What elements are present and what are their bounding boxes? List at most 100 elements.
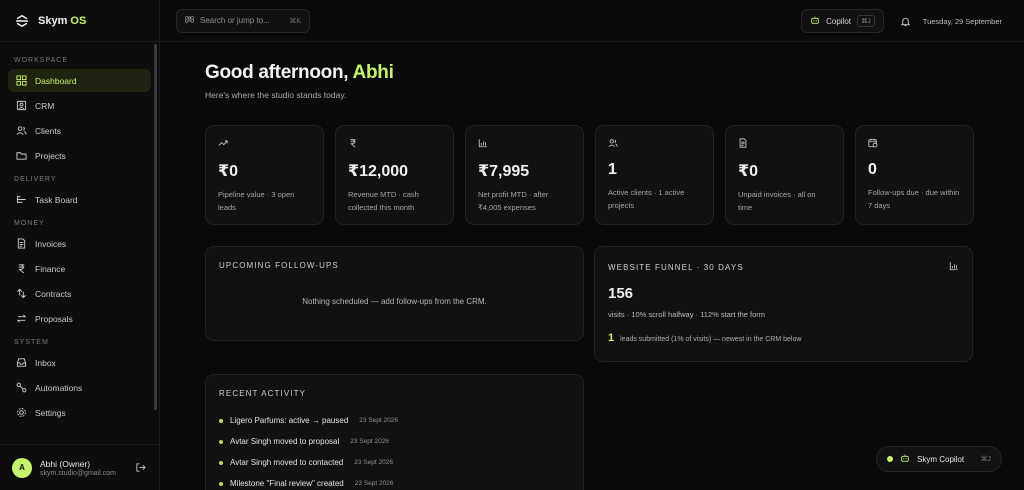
copilot-button[interactable]: Copilot ⌘J xyxy=(801,9,884,33)
sidebar-item-automations[interactable]: Automations xyxy=(8,376,151,399)
stat-card-pipeline[interactable]: ₹0 Pipeline value · 3 open leads xyxy=(205,125,324,225)
activity-text: Avtar Singh moved to contacted xyxy=(230,458,344,467)
sidebar-item-label: Task Board xyxy=(35,194,78,205)
sidebar-item-settings[interactable]: Settings xyxy=(8,401,151,424)
copilot-label: Copilot xyxy=(826,16,852,26)
stats-row: ₹0 Pipeline value · 3 open leads ₹12,000… xyxy=(205,125,974,225)
folder-icon xyxy=(16,150,27,161)
kanban-icon xyxy=(16,194,27,205)
main: Search or jump to... ⌘K Copilot ⌘J Tuesd… xyxy=(160,0,1024,490)
sidebar-item-label: Finance xyxy=(35,263,66,274)
sidebar-item-projects[interactable]: Projects xyxy=(8,144,151,167)
nav-section-delivery: DELIVERY xyxy=(14,176,57,183)
panel-title: UPCOMING FOLLOW-UPS xyxy=(219,261,339,270)
user-profile[interactable]: A Abhi (Owner) skym.studio@gmail.com xyxy=(0,444,159,490)
stat-label: Follow-ups due · due within 7 days xyxy=(868,188,960,210)
stat-label: Net profit MTD · after ₹4,005 expenses xyxy=(478,190,549,212)
copilot-shortcut: ⌘J xyxy=(857,15,875,27)
brand-name: Skym OS xyxy=(38,14,87,27)
sidebar: Skym OS WORKSPACE Dashboard CRM Clients … xyxy=(0,0,160,490)
stat-value: ₹0 xyxy=(218,163,239,180)
bell-icon[interactable] xyxy=(900,16,911,27)
bullet-dot xyxy=(219,418,223,423)
activity-text: Milestone "Final review" created xyxy=(230,479,344,488)
bullet-dot xyxy=(219,460,223,465)
website-funnel-panel: WEBSITE FUNNEL · 30 DAYS 156 visits · 10… xyxy=(594,246,973,362)
status-dot xyxy=(887,456,893,462)
sidebar-item-label: CRM xyxy=(35,100,55,111)
stat-card-profit[interactable]: ₹7,995 Net profit MTD · after ₹4,005 exp… xyxy=(465,125,584,225)
stat-value: ₹12,000 xyxy=(348,163,409,180)
stat-value: ₹0 xyxy=(738,163,759,180)
list-item[interactable]: Avtar Singh moved to proposal 23 Sept 20… xyxy=(219,431,570,452)
search-placeholder: Search or jump to... xyxy=(200,16,270,25)
nav-section-workspace: WORKSPACE xyxy=(14,57,68,64)
upcoming-followups-panel: UPCOMING FOLLOW-UPS Nothing scheduled — … xyxy=(205,246,584,341)
sidebar-item-label: Contracts xyxy=(35,288,72,299)
gear-icon xyxy=(16,407,27,418)
sidebar-item-crm[interactable]: CRM xyxy=(8,94,151,117)
invoice-icon xyxy=(738,138,748,148)
stat-value: ₹7,995 xyxy=(478,163,530,180)
sidebar-item-label: Settings xyxy=(35,407,66,418)
inbox-icon xyxy=(16,357,27,368)
bullet-dot xyxy=(219,481,223,486)
dashboard-content: Good afternoon, Abhi Here's where the st… xyxy=(205,62,975,490)
stat-value: 1 xyxy=(608,161,617,178)
sidebar-scrollbar[interactable] xyxy=(154,44,157,410)
sidebar-nav: WORKSPACE Dashboard CRM Clients Projects… xyxy=(0,42,159,424)
automation-icon xyxy=(16,382,27,393)
sidebar-item-invoices[interactable]: Invoices xyxy=(8,232,151,255)
sidebar-item-inbox[interactable]: Inbox xyxy=(8,351,151,374)
sidebar-item-proposals[interactable]: Proposals xyxy=(8,307,151,330)
brand[interactable]: Skym OS xyxy=(0,0,159,42)
copilot-label: Skym Copilot xyxy=(917,454,965,464)
trend-icon xyxy=(218,138,228,148)
dashboard-icon xyxy=(16,75,27,86)
skym-copilot-button[interactable]: Skym Copilot ⌘J xyxy=(876,446,1002,472)
sidebar-item-dashboard[interactable]: Dashboard xyxy=(8,69,151,92)
command-icon xyxy=(184,15,195,26)
sidebar-item-label: Invoices xyxy=(35,238,67,249)
stat-label: Unpaid invoices · all on time xyxy=(738,190,816,212)
activity-text: Ligero Parfums: active → paused xyxy=(230,416,349,425)
avatar: A xyxy=(12,457,32,478)
invoice-icon xyxy=(16,238,27,249)
user-email: skym.studio@gmail.com xyxy=(40,469,116,477)
nav-section-money: MONEY xyxy=(14,220,45,227)
sidebar-item-clients[interactable]: Clients xyxy=(8,119,151,142)
activity-list: Ligero Parfums: active → paused 23 Sept … xyxy=(219,410,570,490)
activity-date: 23 Sept 2026 xyxy=(354,459,393,466)
stat-value: 0 xyxy=(868,161,877,178)
search-input[interactable]: Search or jump to... ⌘K xyxy=(176,8,310,33)
bullet-dot xyxy=(219,439,223,444)
sidebar-item-task-board[interactable]: Task Board xyxy=(8,188,151,211)
list-item[interactable]: Ligero Parfums: active → paused 23 Sept … xyxy=(219,410,570,431)
logo-icon xyxy=(14,13,30,29)
activity-date: 23 Sept 2026 xyxy=(350,438,389,445)
sidebar-item-contracts[interactable]: Contracts xyxy=(8,282,151,305)
rupee-icon xyxy=(348,138,358,148)
sidebar-item-finance[interactable]: Finance xyxy=(8,257,151,280)
stat-card-unpaid[interactable]: ₹0 Unpaid invoices · all on time xyxy=(725,125,844,225)
recent-activity-panel: RECENT ACTIVITY Ligero Parfums: active →… xyxy=(205,374,584,490)
stat-card-clients[interactable]: 1 Active clients · 1 active projects xyxy=(595,125,714,225)
current-date: Tuesday, 29 September xyxy=(922,16,1002,26)
list-item[interactable]: Avtar Singh moved to contacted 23 Sept 2… xyxy=(219,452,570,473)
activity-text: Avtar Singh moved to proposal xyxy=(230,437,340,446)
activity-date: 23 Sept 2026 xyxy=(354,480,394,487)
sidebar-item-label: Automations xyxy=(35,382,83,393)
sidebar-item-label: Dashboard xyxy=(35,75,77,86)
sidebar-item-label: Clients xyxy=(35,125,61,136)
crm-icon xyxy=(16,100,27,111)
sidebar-item-label: Inbox xyxy=(35,357,56,368)
leads-text: leads submitted (1% of visits) — newest … xyxy=(620,336,802,343)
panel-title: WEBSITE FUNNEL · 30 DAYS xyxy=(608,262,744,272)
list-item[interactable]: Milestone "Final review" created 23 Sept… xyxy=(219,473,570,490)
proposal-icon xyxy=(16,313,27,324)
stat-card-followups[interactable]: 0 Follow-ups due · due within 7 days xyxy=(855,125,974,225)
logout-icon[interactable] xyxy=(135,462,147,474)
stat-card-revenue[interactable]: ₹12,000 Revenue MTD · cash collected thi… xyxy=(335,125,454,225)
empty-state: Nothing scheduled — add follow-ups from … xyxy=(302,297,487,306)
bar-chart-icon[interactable] xyxy=(949,261,959,273)
